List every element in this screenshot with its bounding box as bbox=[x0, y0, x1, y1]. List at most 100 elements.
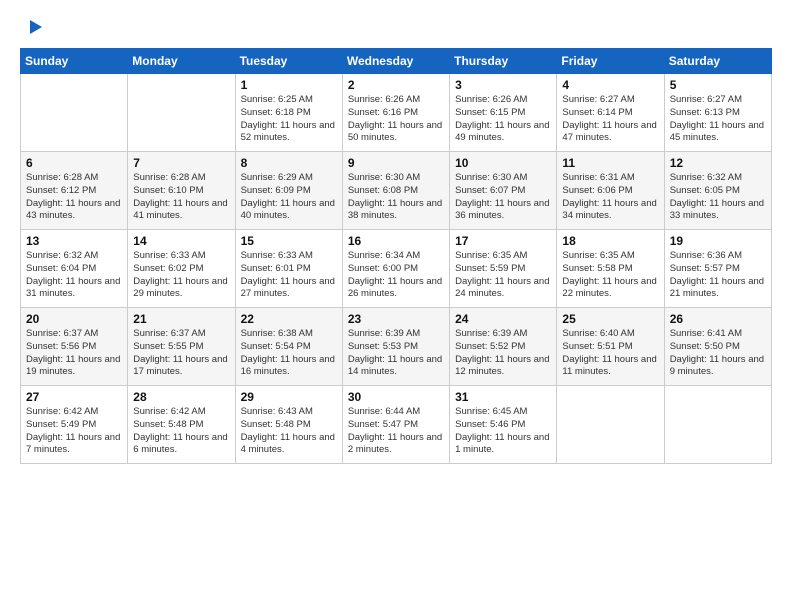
calendar-cell bbox=[128, 74, 235, 152]
calendar-cell: 24 Sunrise: 6:39 AM Sunset: 5:52 PM Dayli… bbox=[450, 308, 557, 386]
day-info: Sunrise: 6:37 AM Sunset: 5:55 PM Dayligh… bbox=[133, 328, 229, 379]
day-number: 13 bbox=[26, 234, 122, 248]
calendar-header-sunday: Sunday bbox=[21, 49, 128, 74]
calendar-cell: 3 Sunrise: 6:26 AM Sunset: 6:15 PM Daylig… bbox=[450, 74, 557, 152]
day-info: Sunrise: 6:44 AM Sunset: 5:47 PM Dayligh… bbox=[348, 406, 444, 457]
day-info: Sunrise: 6:39 AM Sunset: 5:52 PM Dayligh… bbox=[455, 328, 551, 379]
calendar-cell: 11Sunrise: 6:31 AM Sunset: 6:06 PM Dayli… bbox=[557, 152, 664, 230]
day-number: 26 bbox=[670, 312, 766, 326]
day-number: 7 bbox=[133, 156, 229, 170]
day-number: 10 bbox=[455, 156, 551, 170]
day-number: 30 bbox=[348, 390, 444, 404]
calendar-cell: 31 Sunrise: 6:45 AM Sunset: 5:46 PM Dayli… bbox=[450, 386, 557, 464]
day-info: Sunrise: 6:45 AM Sunset: 5:46 PM Dayligh… bbox=[455, 406, 551, 457]
calendar-week-row-1: 6 Sunrise: 6:28 AM Sunset: 6:12 PM Daylig… bbox=[21, 152, 772, 230]
day-number: 1 bbox=[241, 78, 337, 92]
day-info: Sunrise: 6:26 AM Sunset: 6:16 PM Dayligh… bbox=[348, 94, 444, 145]
day-info: Sunrise: 6:25 AM Sunset: 6:18 PM Dayligh… bbox=[241, 94, 337, 145]
day-number: 19 bbox=[670, 234, 766, 248]
calendar-cell: 18Sunrise: 6:35 AM Sunset: 5:58 PM Dayli… bbox=[557, 230, 664, 308]
calendar-cell: 6 Sunrise: 6:28 AM Sunset: 6:12 PM Daylig… bbox=[21, 152, 128, 230]
day-info: Sunrise: 6:34 AM Sunset: 6:00 PM Dayligh… bbox=[348, 250, 444, 301]
day-number: 28 bbox=[133, 390, 229, 404]
calendar-cell: 7Sunrise: 6:28 AM Sunset: 6:10 PM Daylig… bbox=[128, 152, 235, 230]
logo bbox=[20, 16, 44, 38]
calendar-cell: 9 Sunrise: 6:30 AM Sunset: 6:08 PM Daylig… bbox=[342, 152, 449, 230]
day-number: 24 bbox=[455, 312, 551, 326]
calendar-cell: 10 Sunrise: 6:30 AM Sunset: 6:07 PM Dayli… bbox=[450, 152, 557, 230]
calendar-week-row-0: 1 Sunrise: 6:25 AM Sunset: 6:18 PM Daylig… bbox=[21, 74, 772, 152]
day-number: 17 bbox=[455, 234, 551, 248]
calendar-cell bbox=[21, 74, 128, 152]
day-info: Sunrise: 6:32 AM Sunset: 6:04 PM Dayligh… bbox=[26, 250, 122, 301]
day-info: Sunrise: 6:32 AM Sunset: 6:05 PM Dayligh… bbox=[670, 172, 766, 223]
calendar-header-row: SundayMondayTuesdayWednesdayThursdayFrid… bbox=[21, 49, 772, 74]
day-info: Sunrise: 6:30 AM Sunset: 6:07 PM Dayligh… bbox=[455, 172, 551, 223]
header bbox=[20, 16, 772, 38]
calendar-cell: 4Sunrise: 6:27 AM Sunset: 6:14 PM Daylig… bbox=[557, 74, 664, 152]
calendar-table: SundayMondayTuesdayWednesdayThursdayFrid… bbox=[20, 48, 772, 464]
calendar-cell: 8 Sunrise: 6:29 AM Sunset: 6:09 PM Daylig… bbox=[235, 152, 342, 230]
calendar-cell: 28 Sunrise: 6:42 AM Sunset: 5:48 PM Dayli… bbox=[128, 386, 235, 464]
day-number: 23 bbox=[348, 312, 444, 326]
calendar-cell: 15 Sunrise: 6:33 AM Sunset: 6:01 PM Dayli… bbox=[235, 230, 342, 308]
calendar-cell: 12 Sunrise: 6:32 AM Sunset: 6:05 PM Dayli… bbox=[664, 152, 771, 230]
day-info: Sunrise: 6:35 AM Sunset: 5:59 PM Dayligh… bbox=[455, 250, 551, 301]
day-number: 16 bbox=[348, 234, 444, 248]
calendar-cell bbox=[664, 386, 771, 464]
day-number: 31 bbox=[455, 390, 551, 404]
calendar-cell: 30 Sunrise: 6:44 AM Sunset: 5:47 PM Dayli… bbox=[342, 386, 449, 464]
day-number: 29 bbox=[241, 390, 337, 404]
day-number: 18 bbox=[562, 234, 658, 248]
day-info: Sunrise: 6:42 AM Sunset: 5:49 PM Dayligh… bbox=[26, 406, 122, 457]
calendar-cell: 19 Sunrise: 6:36 AM Sunset: 5:57 PM Dayli… bbox=[664, 230, 771, 308]
day-info: Sunrise: 6:27 AM Sunset: 6:13 PM Dayligh… bbox=[670, 94, 766, 145]
day-info: Sunrise: 6:33 AM Sunset: 6:01 PM Dayligh… bbox=[241, 250, 337, 301]
calendar-cell: 21 Sunrise: 6:37 AM Sunset: 5:55 PM Dayli… bbox=[128, 308, 235, 386]
page: SundayMondayTuesdayWednesdayThursdayFrid… bbox=[0, 0, 792, 612]
calendar-header-friday: Friday bbox=[557, 49, 664, 74]
calendar-cell: 17 Sunrise: 6:35 AM Sunset: 5:59 PM Dayli… bbox=[450, 230, 557, 308]
day-number: 12 bbox=[670, 156, 766, 170]
day-number: 8 bbox=[241, 156, 337, 170]
calendar-header-monday: Monday bbox=[128, 49, 235, 74]
logo-icon bbox=[22, 16, 44, 38]
calendar-cell: 16 Sunrise: 6:34 AM Sunset: 6:00 PM Dayli… bbox=[342, 230, 449, 308]
day-number: 6 bbox=[26, 156, 122, 170]
calendar-week-row-2: 13 Sunrise: 6:32 AM Sunset: 6:04 PM Dayli… bbox=[21, 230, 772, 308]
calendar-cell: 25 Sunrise: 6:40 AM Sunset: 5:51 PM Dayli… bbox=[557, 308, 664, 386]
day-info: Sunrise: 6:31 AM Sunset: 6:06 PM Dayligh… bbox=[562, 172, 658, 223]
day-info: Sunrise: 6:36 AM Sunset: 5:57 PM Dayligh… bbox=[670, 250, 766, 301]
day-info: Sunrise: 6:41 AM Sunset: 5:50 PM Dayligh… bbox=[670, 328, 766, 379]
day-number: 20 bbox=[26, 312, 122, 326]
calendar-week-row-4: 27 Sunrise: 6:42 AM Sunset: 5:49 PM Dayli… bbox=[21, 386, 772, 464]
day-number: 15 bbox=[241, 234, 337, 248]
day-number: 3 bbox=[455, 78, 551, 92]
day-number: 2 bbox=[348, 78, 444, 92]
day-info: Sunrise: 6:27 AM Sunset: 6:14 PM Dayligh… bbox=[562, 94, 658, 145]
calendar-header-saturday: Saturday bbox=[664, 49, 771, 74]
calendar-cell: 5 Sunrise: 6:27 AM Sunset: 6:13 PM Daylig… bbox=[664, 74, 771, 152]
day-info: Sunrise: 6:29 AM Sunset: 6:09 PM Dayligh… bbox=[241, 172, 337, 223]
calendar-cell: 22Sunrise: 6:38 AM Sunset: 5:54 PM Dayli… bbox=[235, 308, 342, 386]
day-info: Sunrise: 6:26 AM Sunset: 6:15 PM Dayligh… bbox=[455, 94, 551, 145]
calendar-cell: 13 Sunrise: 6:32 AM Sunset: 6:04 PM Dayli… bbox=[21, 230, 128, 308]
day-info: Sunrise: 6:42 AM Sunset: 5:48 PM Dayligh… bbox=[133, 406, 229, 457]
day-number: 14 bbox=[133, 234, 229, 248]
day-number: 27 bbox=[26, 390, 122, 404]
calendar-cell: 14Sunrise: 6:33 AM Sunset: 6:02 PM Dayli… bbox=[128, 230, 235, 308]
day-number: 5 bbox=[670, 78, 766, 92]
day-number: 9 bbox=[348, 156, 444, 170]
calendar-cell bbox=[557, 386, 664, 464]
day-number: 21 bbox=[133, 312, 229, 326]
calendar-header-tuesday: Tuesday bbox=[235, 49, 342, 74]
day-info: Sunrise: 6:40 AM Sunset: 5:51 PM Dayligh… bbox=[562, 328, 658, 379]
calendar-cell: 29Sunrise: 6:43 AM Sunset: 5:48 PM Dayli… bbox=[235, 386, 342, 464]
calendar-week-row-3: 20Sunrise: 6:37 AM Sunset: 5:56 PM Dayli… bbox=[21, 308, 772, 386]
calendar-cell: 1 Sunrise: 6:25 AM Sunset: 6:18 PM Daylig… bbox=[235, 74, 342, 152]
day-info: Sunrise: 6:30 AM Sunset: 6:08 PM Dayligh… bbox=[348, 172, 444, 223]
calendar-cell: 26 Sunrise: 6:41 AM Sunset: 5:50 PM Dayli… bbox=[664, 308, 771, 386]
day-info: Sunrise: 6:28 AM Sunset: 6:12 PM Dayligh… bbox=[26, 172, 122, 223]
day-number: 25 bbox=[562, 312, 658, 326]
calendar-cell: 2 Sunrise: 6:26 AM Sunset: 6:16 PM Daylig… bbox=[342, 74, 449, 152]
